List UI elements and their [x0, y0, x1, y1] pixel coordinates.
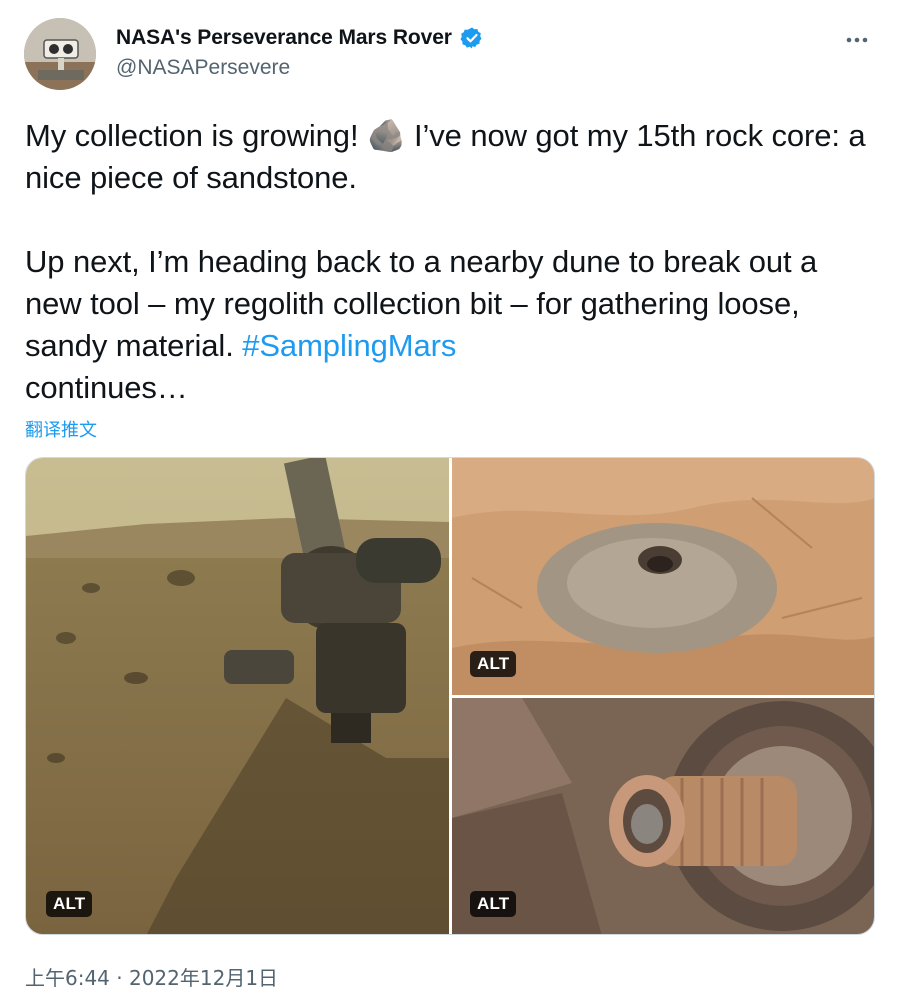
- tweet-text: My collection is growing! 🪨 I’ve now got…: [25, 115, 875, 409]
- rover-avatar-icon: [24, 18, 96, 90]
- tweet-text-end: continues…: [25, 370, 188, 405]
- media-image-rover-arm[interactable]: ALT: [26, 458, 449, 934]
- author-block: NASA's Perseverance Mars Rover @NASAPers…: [116, 26, 484, 80]
- hashtag-link[interactable]: #SamplingMars: [242, 328, 456, 363]
- avatar[interactable]: [24, 18, 96, 90]
- tweet: NASA's Perseverance Mars Rover @NASAPers…: [0, 0, 897, 1000]
- author-handle[interactable]: @NASAPersevere: [116, 56, 484, 80]
- tweet-header: NASA's Perseverance Mars Rover @NASAPers…: [24, 18, 874, 92]
- media-image-sample-core[interactable]: ALT: [452, 698, 874, 934]
- more-options-button[interactable]: [842, 28, 872, 52]
- translate-link[interactable]: 翻译推文: [25, 416, 97, 442]
- rover-arm-photo: [26, 458, 449, 934]
- verified-badge-icon[interactable]: [460, 26, 484, 50]
- media-grid: ALT ALT ALT: [25, 457, 875, 935]
- tweet-timestamp[interactable]: 上午6:44 · 2022年12月1日: [25, 962, 278, 991]
- alt-badge-2[interactable]: ALT: [470, 651, 517, 677]
- alt-badge-3[interactable]: ALT: [470, 891, 517, 917]
- media-image-drill-hole[interactable]: ALT: [452, 458, 874, 695]
- author-display-name[interactable]: NASA's Perseverance Mars Rover: [116, 26, 452, 50]
- tweet-text-main: My collection is growing! 🪨 I’ve now got…: [25, 118, 866, 363]
- more-horizontal-icon: [846, 37, 868, 43]
- alt-badge-1[interactable]: ALT: [46, 891, 93, 917]
